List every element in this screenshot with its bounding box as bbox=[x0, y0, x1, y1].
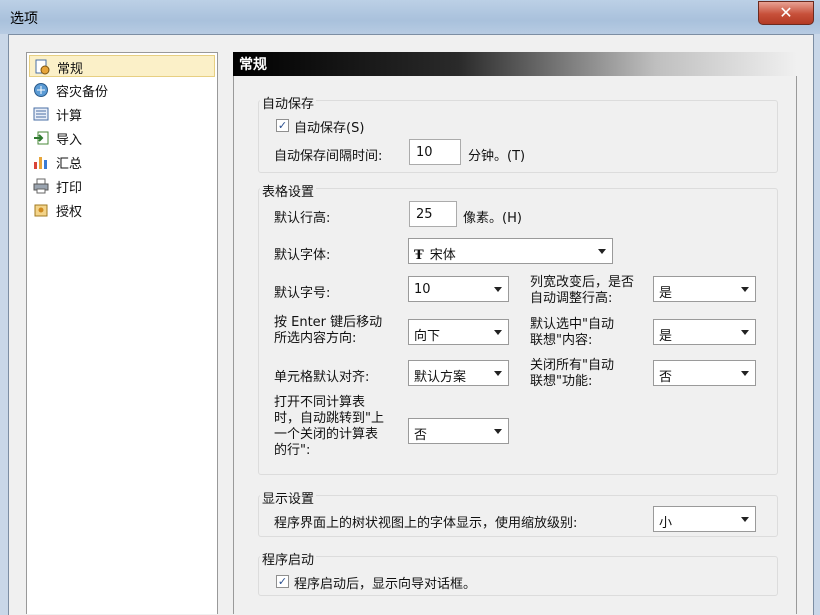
jump-label-line1: 打开不同计算表 bbox=[274, 395, 366, 410]
chevron-down-icon bbox=[741, 287, 749, 292]
sidebar-item-summary[interactable]: 汇总 bbox=[29, 151, 215, 173]
backup-icon bbox=[34, 83, 48, 97]
autosave-checkbox-label: 自动保存(S) bbox=[294, 121, 365, 136]
enter-move-value: 向下 bbox=[414, 329, 441, 344]
autosave-interval-input[interactable]: 10 bbox=[409, 139, 461, 165]
zoom-level-select[interactable]: 小 bbox=[653, 506, 756, 532]
default-font-size-select[interactable]: 10 bbox=[408, 276, 509, 302]
auto-adjust-row-height-select[interactable]: 是 bbox=[653, 276, 756, 302]
window-title: 选项 bbox=[10, 11, 38, 27]
startup-group-title: 程序启动 bbox=[260, 549, 317, 568]
close-assoc-value: 否 bbox=[659, 370, 673, 385]
default-font-select[interactable]: Ŧ 宋体 bbox=[408, 238, 613, 264]
enter-move-direction-select[interactable]: 向下 bbox=[408, 319, 509, 345]
jump-to-row-value: 否 bbox=[414, 428, 428, 443]
display-settings-group-title: 显示设置 bbox=[260, 488, 317, 507]
show-wizard-checkbox[interactable]: ✓ bbox=[276, 575, 289, 588]
font-type-icon: Ŧ bbox=[414, 248, 424, 263]
auto-select-label-line1: 默认选中"自动 bbox=[530, 317, 614, 332]
row-height-unit: 像素。(H) bbox=[463, 211, 522, 226]
summary-chart-icon bbox=[34, 157, 47, 169]
row-height-input[interactable]: 25 bbox=[409, 201, 457, 227]
calculate-icon bbox=[33, 107, 49, 121]
chevron-down-icon bbox=[494, 429, 502, 434]
jump-label-line4: 的行": bbox=[274, 443, 311, 458]
enter-move-label-line1: 按 Enter 键后移动 bbox=[274, 315, 383, 330]
show-wizard-label: 程序启动后，显示向导对话框。 bbox=[294, 577, 477, 592]
sidebar-item-backup[interactable]: 容灾备份 bbox=[29, 79, 215, 101]
close-assoc-label-line1: 关闭所有"自动 bbox=[530, 358, 614, 373]
close-assoc-label-line2: 联想"功能: bbox=[530, 374, 593, 389]
close-button[interactable]: ✕ bbox=[758, 1, 814, 25]
chevron-down-icon bbox=[494, 330, 502, 335]
import-icon bbox=[34, 131, 49, 145]
panel-title: 常规 bbox=[239, 57, 267, 73]
jump-label-line3: 一个关闭的计算表 bbox=[274, 427, 379, 442]
zoom-level-value: 小 bbox=[659, 516, 673, 531]
default-font-size-label: 默认字号: bbox=[274, 286, 331, 301]
auto-select-select[interactable]: 是 bbox=[653, 319, 756, 345]
jump-label-line2: 时，自动跳转到"上 bbox=[274, 411, 384, 426]
sidebar: 常规 容灾备份 计算 导入 汇总 打印 授权 bbox=[26, 52, 218, 614]
auto-adjust-value: 是 bbox=[659, 286, 673, 301]
printer-icon bbox=[33, 178, 49, 194]
default-align-label: 单元格默认对齐: bbox=[274, 370, 370, 385]
autosave-checkbox[interactable]: ✓ bbox=[276, 119, 289, 132]
table-settings-group-title: 表格设置 bbox=[260, 181, 317, 200]
default-align-value: 默认方案 bbox=[414, 370, 467, 385]
chevron-down-icon bbox=[741, 517, 749, 522]
panel-header: 常规 bbox=[233, 52, 797, 76]
default-font-size-value: 10 bbox=[414, 282, 431, 297]
auto-adjust-label-line1: 列宽改变后，是否 bbox=[530, 275, 635, 290]
zoom-level-label: 程序界面上的树状视图上的字体显示，使用缩放级别: bbox=[274, 516, 578, 531]
sidebar-item-import[interactable]: 导入 bbox=[29, 127, 215, 149]
sidebar-item-license[interactable]: 授权 bbox=[29, 199, 215, 221]
chevron-down-icon bbox=[598, 249, 606, 254]
auto-select-label-line2: 联想"内容: bbox=[530, 333, 593, 348]
title-bar: 选项 ✕ bbox=[0, 0, 820, 34]
chevron-down-icon bbox=[494, 371, 502, 376]
general-settings-icon bbox=[35, 59, 50, 75]
enter-move-label-line2: 所选内容方向: bbox=[274, 331, 357, 346]
autosave-interval-label: 自动保存间隔时间: bbox=[274, 149, 383, 164]
chevron-down-icon bbox=[741, 330, 749, 335]
default-font-value: 宋体 bbox=[429, 248, 456, 263]
close-assoc-select[interactable]: 否 bbox=[653, 360, 756, 386]
sidebar-item-calculate[interactable]: 计算 bbox=[29, 103, 215, 125]
license-icon bbox=[34, 204, 48, 217]
jump-to-row-select[interactable]: 否 bbox=[408, 418, 509, 444]
row-height-label: 默认行高: bbox=[274, 211, 331, 226]
sidebar-item-print[interactable]: 打印 bbox=[29, 175, 215, 197]
sidebar-item-general[interactable]: 常规 bbox=[29, 55, 215, 77]
auto-adjust-label-line2: 自动调整行高: bbox=[530, 291, 613, 306]
default-align-select[interactable]: 默认方案 bbox=[408, 360, 509, 386]
chevron-down-icon bbox=[494, 287, 502, 292]
autosave-interval-unit: 分钟。(T) bbox=[468, 149, 526, 164]
autosave-group-title: 自动保存 bbox=[260, 93, 317, 112]
auto-select-value: 是 bbox=[659, 329, 673, 344]
default-font-label: 默认字体: bbox=[274, 248, 331, 263]
chevron-down-icon bbox=[741, 371, 749, 376]
